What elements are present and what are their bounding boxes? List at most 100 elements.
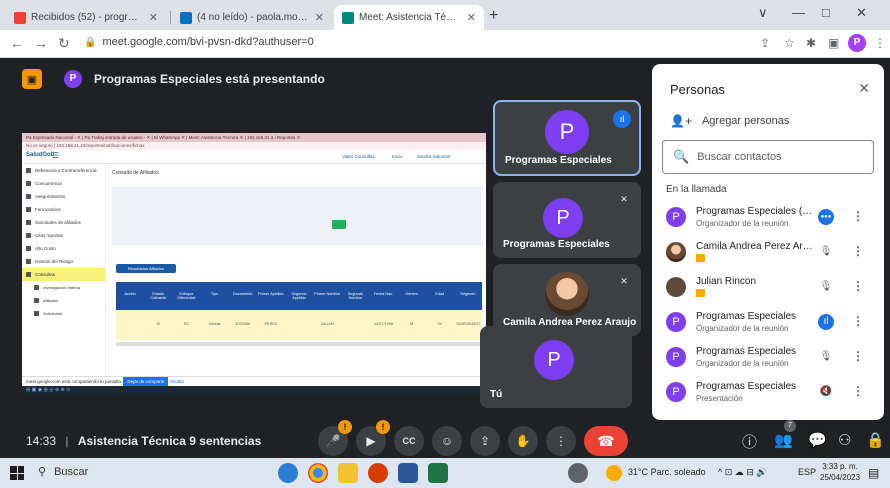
more-options-icon[interactable]: ⋮ — [852, 314, 864, 328]
lock-icon: 🔒 — [84, 37, 97, 48]
gmail-icon — [14, 11, 26, 24]
participant-tile[interactable]: P ✕ Programas Especiales — [493, 182, 641, 258]
add-person-icon: 👤+ — [670, 114, 692, 128]
avatar: P — [666, 347, 686, 367]
shared-side-item: Solicitudes — [22, 307, 105, 320]
activities-icon[interactable]: ⚇ — [838, 431, 851, 449]
shared-tabs: Pa Expresado Nacional - ✕ | Pa Trabaj en… — [22, 133, 486, 142]
emoji-button[interactable]: ☺ — [432, 426, 462, 456]
edge-icon[interactable] — [278, 463, 298, 483]
meet-icon — [342, 11, 354, 24]
participant-name: Camila Andrea Perez Ara... — [696, 241, 814, 252]
more-options-icon[interactable]: ⋮ — [852, 384, 864, 398]
chrome-icon[interactable] — [308, 463, 328, 483]
close-window-button[interactable]: ✕ — [856, 5, 867, 21]
search-icon: ⚲ — [38, 466, 47, 478]
presenting-banner: ▣ P Programas Especiales está presentand… — [22, 66, 325, 92]
list-item[interactable]: P Programas Especiales Organizador de la… — [652, 340, 884, 375]
tab-outlook[interactable]: (4 no leído) - paola.mogotocoro ✕ — [172, 5, 332, 30]
weather-text[interactable]: 31°C Parc. soleado — [628, 467, 706, 477]
meeting-title: Asistencia Técnica 9 sentencias — [77, 434, 262, 448]
help-icon[interactable] — [568, 463, 588, 483]
maximize-button[interactable]: □ — [822, 5, 830, 20]
chat-icon[interactable]: 💬 — [808, 431, 827, 449]
shared-link: Inicio — [392, 154, 403, 159]
shared-sidebar: Referencia y Contrarreferencia Concurren… — [22, 164, 106, 376]
captions-button[interactable]: CC — [394, 426, 424, 456]
minimize-button[interactable]: — — [792, 5, 805, 20]
back-icon[interactable]: ← — [10, 35, 24, 51]
profile-avatar[interactable]: P — [848, 34, 866, 52]
self-tile[interactable]: P Tú — [480, 326, 632, 408]
host-controls-icon[interactable]: 🔒 — [866, 431, 885, 449]
excel-icon[interactable] — [428, 463, 448, 483]
status-badge — [696, 254, 705, 262]
participant-name: Programas Especiales — [696, 381, 797, 392]
search-contacts-input[interactable]: 🔍 Buscar contactos — [662, 140, 874, 174]
close-tab-icon[interactable]: ✕ — [149, 11, 158, 24]
windows-start-icon[interactable] — [10, 466, 24, 480]
list-item[interactable]: P Programas Especiales Presentación 🔇 ⋮ — [652, 375, 884, 410]
close-tab-icon[interactable]: ✕ — [467, 11, 476, 24]
new-tab-button[interactable]: + — [489, 7, 498, 25]
shared-link: Video Consultas — [342, 154, 375, 159]
people-icon[interactable]: 👥 — [774, 431, 793, 449]
list-item[interactable]: Julian Rincon 🎙 ⋮ — [652, 270, 884, 305]
system-tray-icons[interactable]: ^ ⊡ ☁ ⊟ 🔊 — [718, 467, 768, 478]
avatar — [666, 277, 686, 297]
more-options-button[interactable]: ⋮ — [546, 426, 576, 456]
participant-role: Presentación — [696, 394, 743, 403]
browser-menu-icon[interactable]: ⋮ — [874, 36, 886, 50]
forward-icon[interactable]: → — [34, 35, 48, 51]
more-options-icon[interactable]: ⋮ — [852, 349, 864, 363]
share-icon[interactable]: ⇪ — [760, 36, 770, 50]
participant-tile[interactable]: P ıl Programas Especiales — [493, 100, 641, 176]
raise-hand-button[interactable]: ✋ — [508, 426, 538, 456]
file-explorer-icon[interactable] — [338, 463, 358, 483]
participant-name: Programas Especiales — [503, 239, 610, 250]
avatar: P — [666, 382, 686, 402]
weather-icon — [606, 465, 622, 481]
shared-side-item: Solicitudes de afiliados — [22, 216, 105, 229]
url-field[interactable]: 🔒 meet.google.com/bvi-pvsn-dkd?authuser=0 — [84, 36, 314, 48]
mic-off-icon: 🎙 — [819, 281, 833, 292]
more-options-icon[interactable]: ⋮ — [852, 209, 864, 223]
tab-title: (4 no leído) - paola.mogotocoro — [197, 12, 309, 23]
shared-side-item: Consultas — [22, 268, 105, 281]
microphone-button[interactable]: 🎤 ! — [318, 420, 352, 456]
language-indicator[interactable]: ESP — [798, 467, 816, 477]
extensions-icon[interactable]: ✱ — [806, 36, 816, 50]
sidepanel-icon[interactable]: ▣ — [828, 36, 839, 50]
participant-avatar: P — [543, 198, 583, 238]
system-clock[interactable]: 3:33 p. m. 25/04/2023 — [820, 461, 860, 483]
reload-icon[interactable]: ↻ — [58, 35, 70, 52]
word-icon[interactable] — [398, 463, 418, 483]
info-icon[interactable]: ⓘ — [742, 431, 757, 452]
participant-name: Programas Especiales — [696, 311, 797, 322]
close-tab-icon[interactable]: ✕ — [315, 11, 324, 24]
notifications-icon[interactable]: ▤ — [868, 466, 879, 480]
more-options-icon[interactable]: ⋮ — [852, 244, 864, 258]
add-people-button[interactable]: 👤+ Agregar personas — [670, 114, 789, 128]
list-item[interactable]: Camila Andrea Perez Ara... 🎙 ⋮ — [652, 235, 884, 270]
status-badge — [696, 289, 705, 297]
bookmark-star-icon[interactable]: ☆ — [784, 36, 795, 50]
close-icon[interactable]: ✕ — [858, 80, 870, 97]
taskbar-search[interactable]: ⚲ Buscar — [38, 465, 88, 478]
list-item[interactable]: P Programas Especiales (Tú) Organizador … — [652, 200, 884, 235]
tab-separator — [170, 11, 171, 24]
tab-meet[interactable]: Meet: Asistencia Técnica 9 se ✕ — [334, 5, 484, 30]
list-item[interactable]: P Programas Especiales Organizador de la… — [652, 305, 884, 340]
camera-button[interactable]: ▶ ! — [356, 420, 390, 456]
hang-up-button[interactable]: ☎ — [584, 426, 628, 456]
shared-side-item: Aseguramiento — [22, 190, 105, 203]
tab-search-icon[interactable]: ∨ — [758, 5, 768, 21]
present-button[interactable]: ⇪ — [470, 426, 500, 456]
meeting-time: 14:33 — [26, 434, 57, 448]
shared-scrollbar — [116, 342, 482, 346]
tab-gmail[interactable]: Recibidos (52) - programasespe ✕ — [6, 5, 166, 30]
app-icon[interactable] — [368, 463, 388, 483]
presenting-text: Programas Especiales está presentando — [94, 72, 325, 86]
more-options-icon[interactable]: ⋮ — [852, 279, 864, 293]
present-screen-icon: ▣ — [22, 69, 42, 89]
